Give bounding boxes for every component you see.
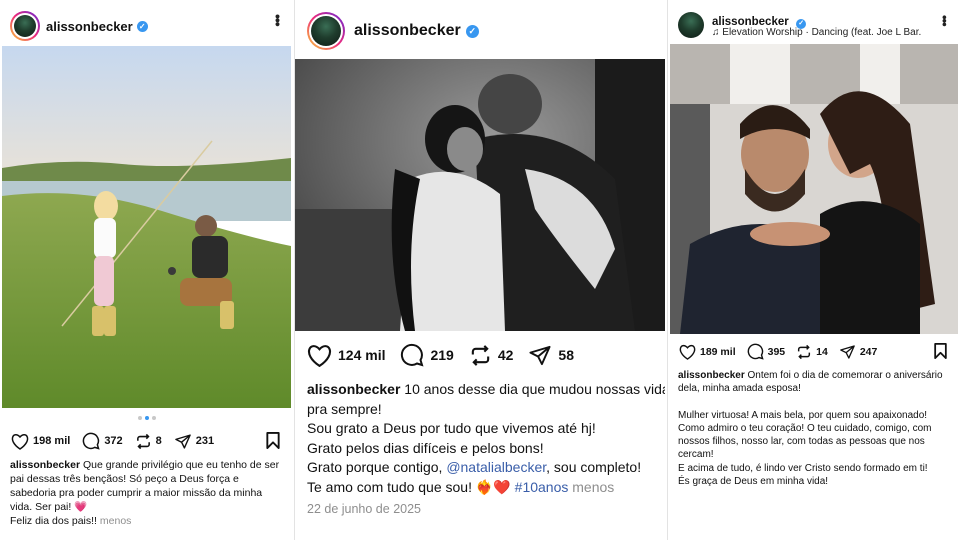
action-bar: 124 mil 219 42 58 <box>307 343 574 367</box>
repost-count: 42 <box>497 347 514 363</box>
caption-line: Grato porque contigo, <box>307 459 443 475</box>
carousel-indicator <box>138 416 156 420</box>
share-button[interactable]: 247 <box>839 344 878 360</box>
comment-icon <box>401 343 424 367</box>
action-bar: 198 mil 372 8 231 <box>11 432 214 450</box>
heart-icon <box>308 344 331 367</box>
mention-link[interactable]: @natalialbecker <box>446 459 546 475</box>
post-date: 22 de junho de 2025 <box>307 502 421 516</box>
send-icon <box>175 433 191 449</box>
post-header: alissonbecker ✓ <box>10 11 148 41</box>
share-button[interactable]: 231 <box>174 433 214 450</box>
comment-button[interactable]: 372 <box>82 432 123 450</box>
post-header <box>678 12 704 38</box>
repost-count: 14 <box>816 345 828 358</box>
caption-line: E acima de tudo, é lindo ver Cristo send… <box>678 462 928 474</box>
less-link[interactable]: menos <box>100 515 132 527</box>
avatar[interactable] <box>307 12 345 50</box>
comment-count: 395 <box>767 345 786 358</box>
caption-username[interactable]: alissonbecker <box>10 459 80 471</box>
action-bar: 189 mil 395 14 247 <box>679 343 877 360</box>
comment-icon <box>747 343 764 360</box>
save-bookmark-icon[interactable] <box>934 343 947 359</box>
share-button[interactable]: 58 <box>528 344 574 367</box>
save-bookmark-icon[interactable] <box>266 432 280 449</box>
caption-line: És graça de Deus em minha vida! <box>678 476 829 488</box>
post-caption-body: Sou grato a Deus por tudo que vivemos at… <box>307 419 665 497</box>
less-link[interactable]: menos <box>572 479 614 495</box>
comment-button[interactable]: 395 <box>747 343 786 360</box>
repost-button[interactable]: 14 <box>796 344 828 360</box>
post-caption: alissonbecker Ontem foi o dia de comemor… <box>678 369 950 488</box>
caption-emoji: 💗 <box>74 501 88 513</box>
username[interactable]: alissonbecker <box>46 19 133 34</box>
post-panel-1: alissonbecker ✓ ••• 198 mil 372 8 231 al… <box>0 0 292 540</box>
like-count: 198 mil <box>33 435 71 447</box>
like-count: 189 mil <box>700 345 736 358</box>
post-photo[interactable] <box>295 59 665 331</box>
music-note-icon: ♫ <box>712 27 720 38</box>
repost-icon <box>471 344 490 366</box>
caption-line: Feliz dia dos pais!! <box>10 515 97 527</box>
heart-icon <box>11 433 29 450</box>
comment-count: 372 <box>104 435 123 447</box>
caption-line: Sou grato a Deus por tudo que vivemos at… <box>307 420 596 436</box>
post-panel-3: alissonbecker ✓ ♫ Elevation Worship · Da… <box>668 0 960 540</box>
repost-icon <box>136 433 150 449</box>
caption-line: Te amo com tudo que sou! <box>307 478 472 495</box>
caption-username[interactable]: alissonbecker <box>678 370 745 381</box>
more-options-icon[interactable]: ••• <box>937 15 952 26</box>
comment-count: 219 <box>430 347 454 363</box>
post-photo[interactable] <box>670 44 958 334</box>
verified-badge-icon: ✓ <box>465 24 479 38</box>
caption-emoji: ❤️‍🔥❤️ <box>475 478 511 495</box>
more-options-icon[interactable]: ••• <box>270 14 286 26</box>
caption-line: Grato pelos dias difíceis e pelos bons! <box>307 439 544 456</box>
like-button[interactable]: 124 mil <box>307 344 385 367</box>
share-count: 58 <box>558 347 574 363</box>
like-button[interactable]: 198 mil <box>11 433 70 450</box>
repost-button[interactable]: 8 <box>135 433 162 450</box>
like-count: 124 mil <box>338 347 386 363</box>
post-header: alissonbecker ✓ <box>307 12 479 50</box>
repost-button[interactable]: 42 <box>469 344 514 367</box>
repost-count: 8 <box>155 435 162 447</box>
share-count: 247 <box>859 345 878 358</box>
post-caption: alissonbecker 10 anos desse dia que mudo… <box>307 380 665 419</box>
post-photo[interactable] <box>2 46 291 408</box>
avatar[interactable] <box>678 12 704 38</box>
post-caption: alissonbecker Que grande privilégio que … <box>10 458 280 528</box>
caption-username[interactable]: alissonbecker <box>307 381 400 397</box>
avatar[interactable] <box>10 11 40 41</box>
comment-button[interactable]: 219 <box>400 343 454 367</box>
repost-icon <box>798 344 811 359</box>
hashtag-link[interactable]: #10anos <box>515 479 569 495</box>
post-panel-2: alissonbecker ✓ 124 mil 219 42 58 alisso… <box>295 0 665 540</box>
verified-badge-icon: ✓ <box>136 20 148 32</box>
share-count: 231 <box>195 435 215 447</box>
music-track[interactable]: Elevation Worship · Dancing (feat. Joe L… <box>722 27 922 38</box>
send-icon <box>529 345 551 365</box>
caption-line: , sou completo! <box>546 459 642 475</box>
username[interactable]: alissonbecker <box>354 22 461 40</box>
caption-line: Mulher virtuosa! A mais bela, por quem s… <box>678 409 928 421</box>
comment-icon <box>83 432 100 450</box>
send-icon <box>839 344 855 359</box>
heart-icon <box>679 344 696 360</box>
caption-line: Como admiro o teu coração! O teu cuidado… <box>678 422 932 461</box>
like-button[interactable]: 189 mil <box>679 344 736 360</box>
